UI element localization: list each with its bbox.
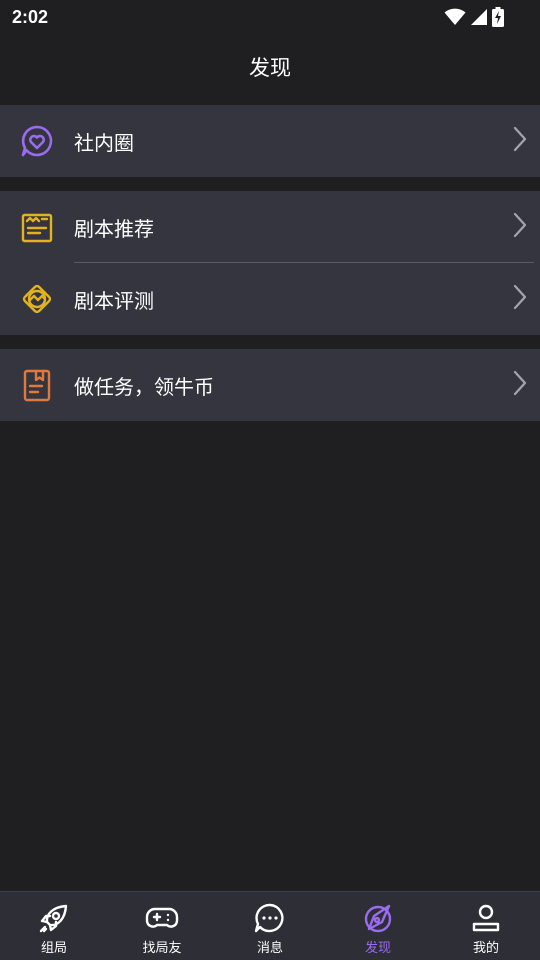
- bottom-nav: 组局 找局友 消息 发现 我的: [0, 891, 540, 960]
- gamepad-icon: [145, 901, 179, 935]
- nav-item-messages[interactable]: 消息: [216, 892, 324, 960]
- menu-item-script-recommend[interactable]: 剧本推荐: [0, 191, 540, 263]
- user-icon: [469, 901, 503, 935]
- chevron-right-icon: [512, 284, 528, 314]
- wifi-icon: [444, 8, 466, 25]
- menu-item-script-review[interactable]: 剧本评测: [0, 263, 540, 335]
- menu-item-label: 社内圈: [74, 130, 134, 155]
- nav-item-discover[interactable]: 发现: [324, 892, 432, 960]
- nav-item-find-friends[interactable]: 找局友: [108, 892, 216, 960]
- group-scripts: 剧本推荐 剧本评测: [0, 191, 540, 335]
- nav-label: 发现: [364, 940, 391, 956]
- battery-charging-icon: [492, 7, 504, 27]
- nav-item-group[interactable]: 组局: [0, 892, 108, 960]
- chat-dots-icon: [253, 901, 287, 935]
- page-header: 发现: [0, 34, 540, 100]
- task-bookmark-icon: [20, 368, 54, 402]
- chevron-right-icon: [512, 126, 528, 156]
- group-social: 社内圈: [0, 105, 540, 177]
- script-review-icon: [20, 282, 54, 316]
- chevron-right-icon: [512, 370, 528, 400]
- chevron-right-icon: [512, 212, 528, 242]
- menu-item-label: 剧本推荐: [74, 216, 154, 241]
- status-bar: 2:02: [0, 0, 540, 34]
- menu-item-label: 做任务，领牛币: [74, 374, 214, 399]
- cellular-signal-icon: [471, 9, 487, 25]
- status-icons: [444, 7, 504, 27]
- group-tasks: 做任务，领牛币: [0, 349, 540, 421]
- discover-screen: 2:02 发现 社内圈 剧本推荐 剧本评测 做任务，领牛币 组局 找局友 消息 …: [0, 0, 540, 960]
- menu-item-tasks[interactable]: 做任务，领牛币: [0, 349, 540, 421]
- nav-label: 消息: [256, 940, 283, 956]
- nav-label: 组局: [40, 940, 67, 956]
- nav-item-profile[interactable]: 我的: [432, 892, 540, 960]
- script-recommend-icon: [20, 210, 54, 244]
- heart-bubble-icon: [20, 124, 54, 158]
- status-time: 2:02: [12, 6, 49, 27]
- rocket-icon: [37, 901, 71, 935]
- nav-label: 我的: [472, 940, 499, 956]
- menu-item-social-circle[interactable]: 社内圈: [0, 105, 540, 177]
- page-title: 发现: [249, 56, 291, 80]
- compass-icon: [361, 901, 395, 935]
- nav-label: 找局友: [142, 940, 182, 956]
- menu-item-label: 剧本评测: [74, 288, 154, 313]
